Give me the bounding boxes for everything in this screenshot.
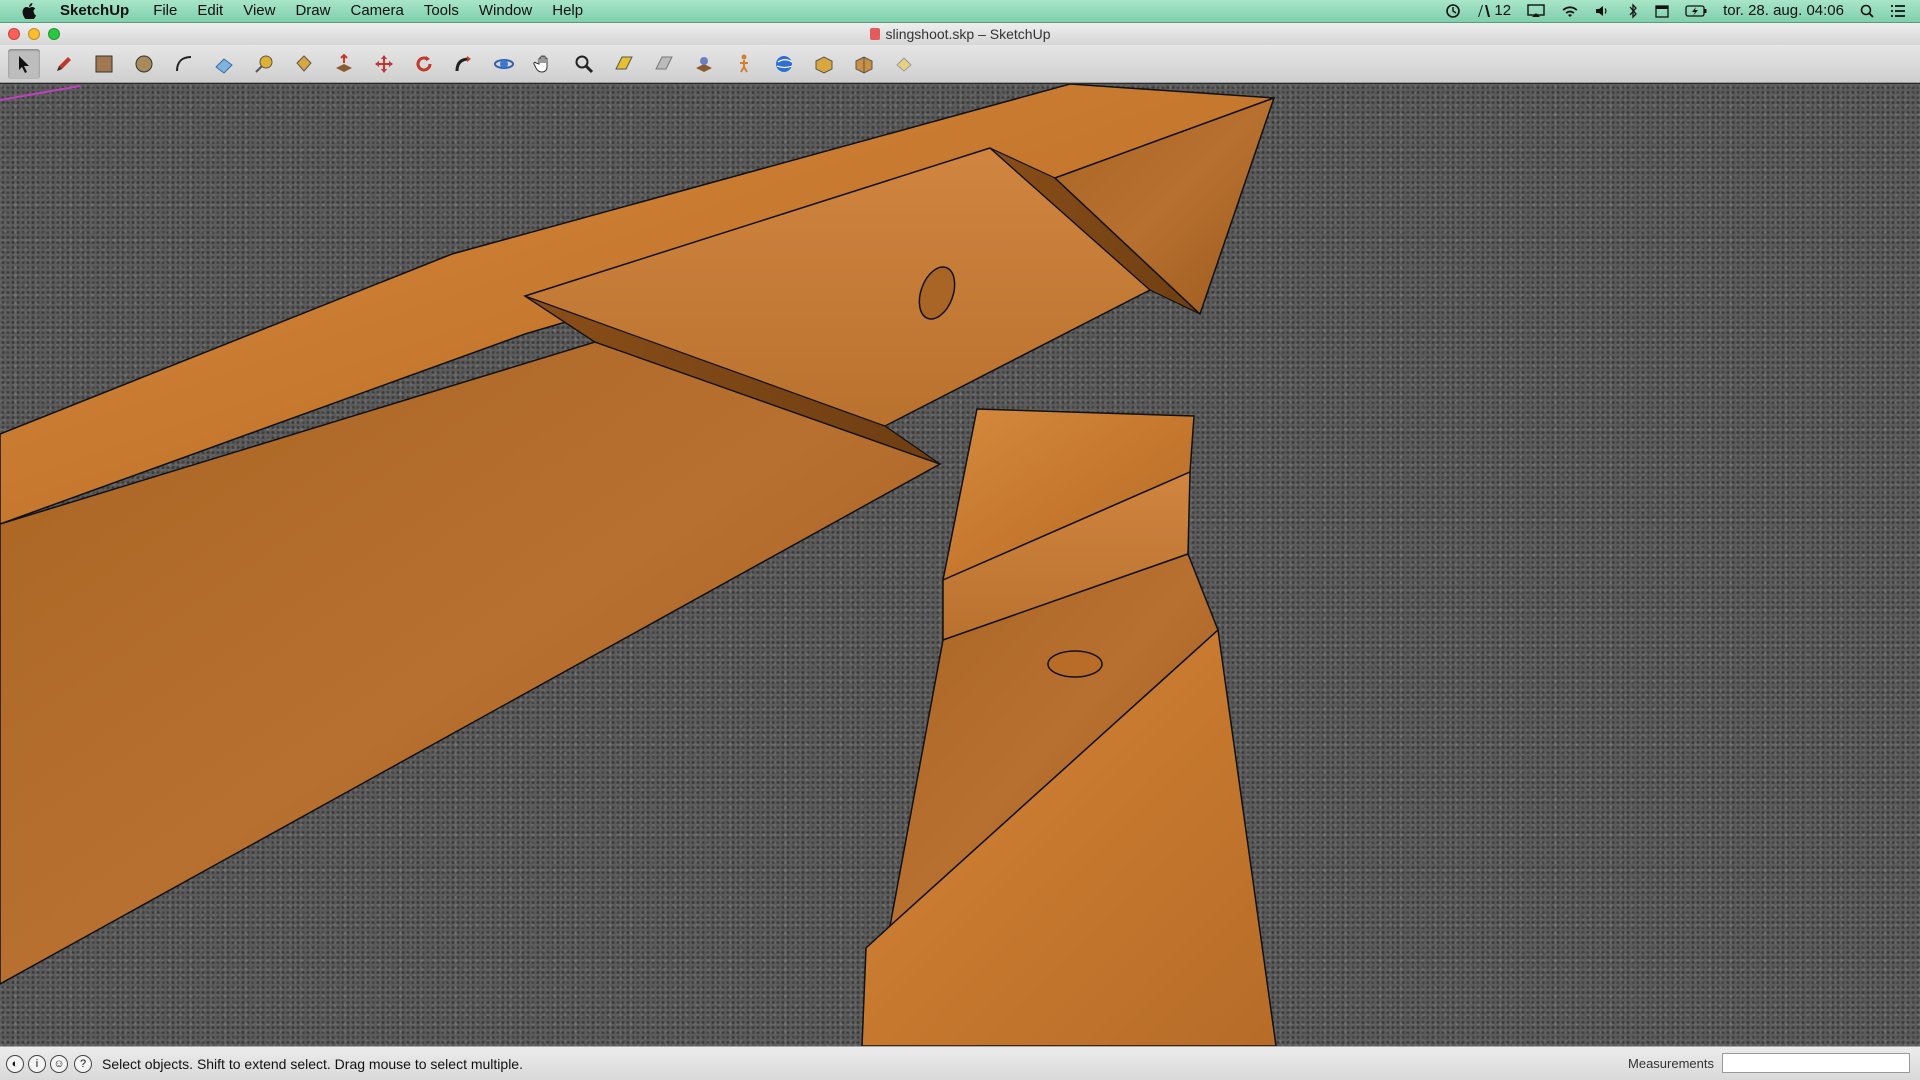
menu-window[interactable]: Window: [469, 0, 542, 22]
tape-measure-tool-button[interactable]: [248, 49, 280, 79]
menu-file[interactable]: File: [143, 0, 187, 22]
tape-measure-tool-icon: [255, 55, 273, 73]
zoom-extents-tool-icon: [615, 56, 633, 69]
share-model-icon: [815, 55, 833, 74]
spotlight-search-icon[interactable]: [1852, 4, 1882, 18]
arc-tool-icon: [176, 55, 192, 71]
pencil-line-tool-button[interactable]: [48, 49, 80, 79]
model-canvas[interactable]: [0, 84, 1920, 1046]
battery-icon[interactable]: [1677, 5, 1715, 17]
volume-icon[interactable]: [1587, 4, 1619, 18]
airplay-icon[interactable]: [1519, 4, 1553, 18]
adobe-icon: [1478, 5, 1491, 17]
select-tool-icon: [19, 55, 29, 73]
rotate-tool-button[interactable]: [408, 49, 440, 79]
pencil-line-tool-icon: [57, 56, 71, 71]
circle-tool-button[interactable]: [128, 49, 160, 79]
pan-tool-icon: [533, 55, 548, 73]
wifi-icon[interactable]: [1553, 4, 1587, 18]
window-minimize-button[interactable]: [28, 28, 40, 40]
follow-me-tool-button[interactable]: [448, 49, 480, 79]
pan-tool-button[interactable]: [528, 49, 560, 79]
get-components-icon: [855, 55, 873, 74]
zoom-tool-button[interactable]: [568, 49, 600, 79]
time-machine-icon[interactable]: [1437, 3, 1469, 19]
document-proxy-icon[interactable]: [869, 28, 880, 40]
model-viewport[interactable]: [0, 84, 1920, 1046]
move-tool-button[interactable]: [368, 49, 400, 79]
previous-view-icon: [655, 56, 673, 69]
follow-me-tool-icon: [455, 55, 471, 71]
rectangle-tool-button[interactable]: [88, 49, 120, 79]
menu-edit[interactable]: Edit: [187, 0, 233, 22]
position-camera-icon: [696, 56, 712, 72]
menu-app-sketchup[interactable]: SketchUp: [50, 0, 143, 22]
rotate-tool-icon: [416, 55, 432, 71]
position-camera-button[interactable]: [688, 49, 720, 79]
bluetooth-icon[interactable]: [1619, 3, 1647, 19]
menu-help[interactable]: Help: [542, 0, 593, 22]
paint-bucket-tool-button[interactable]: [288, 49, 320, 79]
geo-location-icon[interactable]: ◐: [6, 1054, 24, 1073]
window-title-bar: slingshoot.skp – SketchUp: [0, 23, 1920, 45]
measurements-label: Measurements: [1628, 1055, 1714, 1071]
notification-center-icon[interactable]: [1882, 4, 1920, 18]
window-controls: [8, 28, 60, 40]
zoom-extents-tool-button[interactable]: [608, 49, 640, 79]
axis-line: [0, 85, 81, 101]
window-title: slingshoot.skp – SketchUp: [885, 26, 1051, 42]
select-tool-button[interactable]: [8, 48, 40, 79]
menu-view[interactable]: View: [233, 0, 285, 22]
adobe-updates-status[interactable]: 12: [1469, 0, 1519, 22]
push-pull-tool-icon: [336, 53, 352, 72]
rectangle-tool-icon: [95, 55, 113, 72]
get-components-button[interactable]: [848, 49, 880, 79]
walk-tool-button[interactable]: [728, 49, 760, 79]
orbit-tool-icon: [494, 58, 514, 69]
calendar-icon[interactable]: [1647, 4, 1677, 18]
extension-warehouse-button[interactable]: [888, 49, 920, 79]
piece-bolt-hole[interactable]: [1047, 650, 1103, 678]
menu-draw[interactable]: Draw: [285, 0, 340, 22]
toolbar: [0, 45, 1920, 83]
status-bar: ◐ i ☺ ? Select objects. Shift to extend …: [0, 1046, 1920, 1080]
credits-icon[interactable]: i: [28, 1054, 46, 1073]
measurements-box: Measurements: [1628, 1053, 1910, 1073]
push-pull-tool-button[interactable]: [328, 49, 360, 79]
extension-warehouse-icon: [896, 56, 912, 72]
menu-tools[interactable]: Tools: [414, 0, 469, 22]
paint-bucket-tool-icon: [296, 54, 312, 72]
status-message: Select objects. Shift to extend select. …: [102, 1055, 523, 1072]
apple-logo-icon[interactable]: [20, 2, 38, 20]
help-icon[interactable]: ?: [74, 1054, 92, 1073]
menu-bar: SketchUp File Edit View Draw Camera Tool…: [0, 0, 1920, 23]
previous-view-button[interactable]: [648, 49, 680, 79]
clock-datetime[interactable]: tor. 28. aug. 04:06: [1715, 0, 1852, 22]
user-icon[interactable]: ☺: [50, 1054, 68, 1073]
3d-warehouse-icon: [776, 55, 793, 72]
walk-tool-icon: [740, 54, 748, 73]
circle-tool-icon: [135, 55, 153, 72]
eraser-tool-button[interactable]: [208, 49, 240, 79]
window-close-button[interactable]: [8, 28, 20, 40]
3d-warehouse-button[interactable]: [768, 49, 800, 79]
menu-camera[interactable]: Camera: [340, 0, 413, 22]
adobe-count: 12: [1494, 2, 1512, 19]
measurements-input[interactable]: [1722, 1053, 1910, 1073]
window-zoom-button[interactable]: [48, 28, 60, 40]
share-model-button[interactable]: [808, 49, 840, 79]
zoom-tool-icon: [575, 55, 594, 73]
arc-tool-button[interactable]: [168, 49, 200, 79]
orbit-tool-button[interactable]: [488, 49, 520, 79]
move-tool-icon: [375, 54, 393, 73]
eraser-tool-icon: [215, 57, 233, 74]
